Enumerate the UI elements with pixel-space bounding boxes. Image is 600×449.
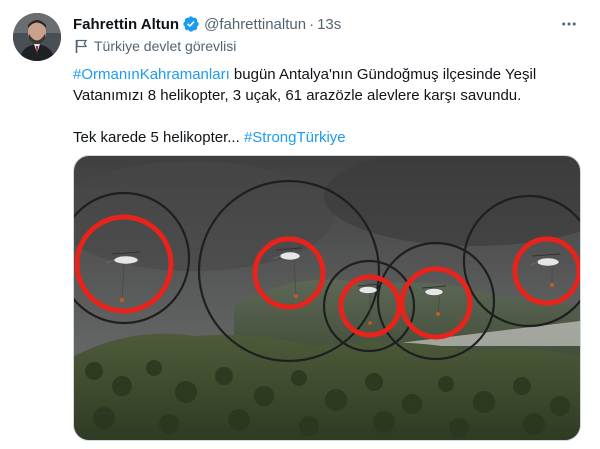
tweet-line-3: Tek karede 5 helikopter... <box>73 129 244 146</box>
avatar[interactable] <box>13 13 61 61</box>
tweet-text: #OrmanınKahramanları bugün Antalya'nın G… <box>73 64 583 148</box>
display-name[interactable]: Fahrettin Altun <box>73 16 179 33</box>
government-label-text: Türkiye devlet görevlisi <box>94 38 237 54</box>
more-options-icon[interactable] <box>560 15 578 33</box>
flag-icon <box>75 39 88 53</box>
avatar-image <box>13 13 61 61</box>
government-label: Türkiye devlet görevlisi <box>75 38 236 54</box>
tweet-header: Fahrettin Altun @fahrettinaltun · 13s <box>73 13 341 35</box>
hashtag-link[interactable]: #StrongTürkiye <box>244 129 346 146</box>
tweet-line-2: Vatanımızı 8 helikopter, 3 uçak, 61 araz… <box>73 87 522 104</box>
author-handle[interactable]: @fahrettinaltun <box>204 16 306 33</box>
hashtag-link[interactable]: #OrmanınKahramanları <box>73 66 230 83</box>
timestamp[interactable]: 13s <box>317 16 341 33</box>
verified-badge-icon <box>183 16 199 32</box>
tweet-paragraph-2: Tek karede 5 helikopter... #StrongTürkiy… <box>73 127 583 148</box>
forest-ground <box>74 333 580 440</box>
tweet-photo[interactable] <box>73 155 581 441</box>
tweet-card[interactable]: Fahrettin Altun @fahrettinaltun · 13s Tü… <box>0 0 600 449</box>
tweet-line-1: bugün Antalya'nın Gündoğmuş ilçesinde Ye… <box>229 66 537 83</box>
photo <box>74 156 580 440</box>
separator-dot: · <box>309 15 315 33</box>
tweet-paragraph-1: #OrmanınKahramanları bugün Antalya'nın G… <box>73 64 583 106</box>
